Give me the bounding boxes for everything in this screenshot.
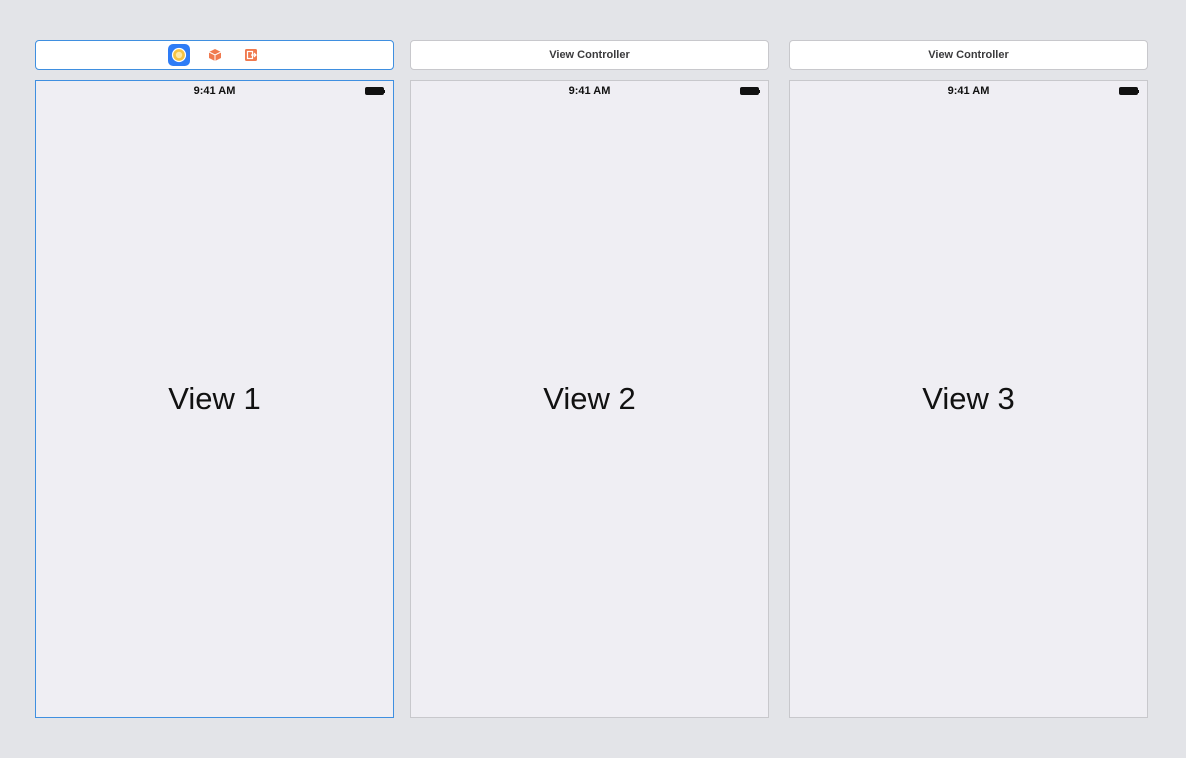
scene-title: View Controller [928, 49, 1009, 61]
scene-dock-2[interactable]: View Controller [410, 40, 769, 70]
device-frame-2[interactable]: 9:41 AM View 2 [410, 80, 769, 718]
exit-icon[interactable] [240, 44, 262, 66]
battery-icon [1119, 87, 1139, 95]
first-responder-icon[interactable] [204, 44, 226, 66]
view-label[interactable]: View 3 [790, 381, 1147, 417]
scene-dock-3[interactable]: View Controller [789, 40, 1148, 70]
view-label[interactable]: View 1 [36, 381, 393, 417]
scene-dock-1[interactable] [35, 40, 394, 70]
device-frame-3[interactable]: 9:41 AM View 3 [789, 80, 1148, 718]
view-controller-icon[interactable] [167, 44, 190, 66]
battery-icon [740, 87, 760, 95]
status-bar-time: 9:41 AM [947, 85, 990, 97]
status-bar-time: 9:41 AM [193, 85, 236, 97]
scene-dock-icons [167, 44, 262, 66]
view-label[interactable]: View 2 [411, 381, 768, 417]
scene-title: View Controller [549, 49, 630, 61]
battery-icon [365, 87, 385, 95]
status-bar-time: 9:41 AM [568, 85, 611, 97]
device-frame-1[interactable]: 9:41 AM View 1 [35, 80, 394, 718]
